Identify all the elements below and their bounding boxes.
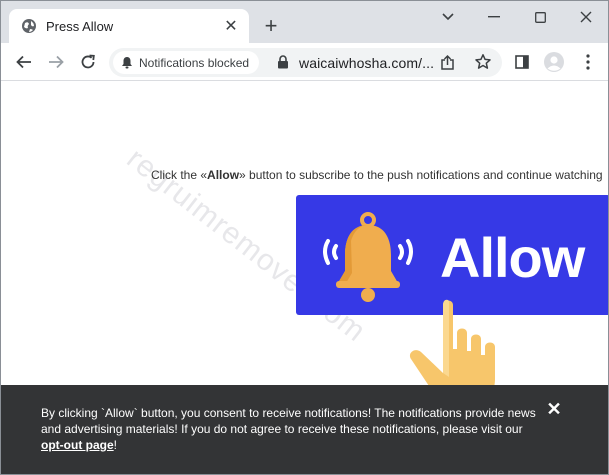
minimize-icon[interactable] bbox=[479, 6, 509, 28]
tab-search-chevron-icon[interactable] bbox=[433, 6, 463, 28]
opt-out-link[interactable]: opt-out page bbox=[41, 438, 114, 452]
lock-icon[interactable] bbox=[277, 55, 289, 69]
forward-arrow-icon[interactable] bbox=[44, 50, 68, 74]
tab-close-icon[interactable]: ✕ bbox=[223, 18, 239, 35]
reload-icon[interactable] bbox=[76, 50, 100, 74]
maximize-icon[interactable] bbox=[525, 6, 555, 28]
instruction-suffix: » button to subscribe to the push notifi… bbox=[239, 168, 603, 182]
instruction-prefix: Click the « bbox=[151, 168, 208, 182]
allow-banner-text: Allow bbox=[440, 226, 585, 289]
tab-title: Press Allow bbox=[46, 18, 114, 34]
url-text[interactable]: waicaiwhosha.com/... bbox=[299, 55, 434, 71]
consent-bar: By clicking `Allow` button, you consent … bbox=[1, 385, 608, 474]
back-arrow-icon[interactable] bbox=[12, 50, 36, 74]
side-panel-icon[interactable] bbox=[512, 52, 532, 72]
share-icon[interactable] bbox=[439, 54, 456, 71]
instruction-text: Click the «Allow» button to subscribe to… bbox=[151, 168, 603, 182]
instruction-allow-word: Allow bbox=[207, 168, 240, 182]
profile-avatar-icon[interactable] bbox=[544, 52, 564, 72]
consent-close-icon[interactable]: ✕ bbox=[546, 400, 562, 418]
more-menu-icon[interactable] bbox=[578, 52, 598, 72]
tab-press-allow[interactable]: Press Allow ✕ bbox=[9, 9, 249, 43]
window-close-icon[interactable] bbox=[571, 6, 601, 28]
address-bar[interactable]: Notifications blocked waicaiwhosha.com/.… bbox=[109, 48, 502, 77]
bell-icon bbox=[122, 57, 132, 69]
browser-window: Press Allow ✕ + Notifications blocked wa… bbox=[0, 0, 609, 475]
chip-label: Notifications blocked bbox=[139, 55, 250, 70]
consent-text: By clicking `Allow` button, you consent … bbox=[41, 405, 536, 453]
consent-message: By clicking `Allow` button, you consent … bbox=[41, 406, 536, 436]
tab-strip: Press Allow ✕ + bbox=[1, 1, 608, 43]
notifications-blocked-chip[interactable]: Notifications blocked bbox=[113, 51, 260, 74]
bookmark-star-icon[interactable] bbox=[474, 53, 492, 71]
new-tab-button[interactable]: + bbox=[259, 14, 283, 38]
globe-icon bbox=[22, 19, 36, 33]
ringing-bell-icon bbox=[323, 212, 413, 302]
browser-toolbar: Notifications blocked waicaiwhosha.com/.… bbox=[1, 43, 608, 81]
consent-suffix: ! bbox=[113, 438, 117, 452]
